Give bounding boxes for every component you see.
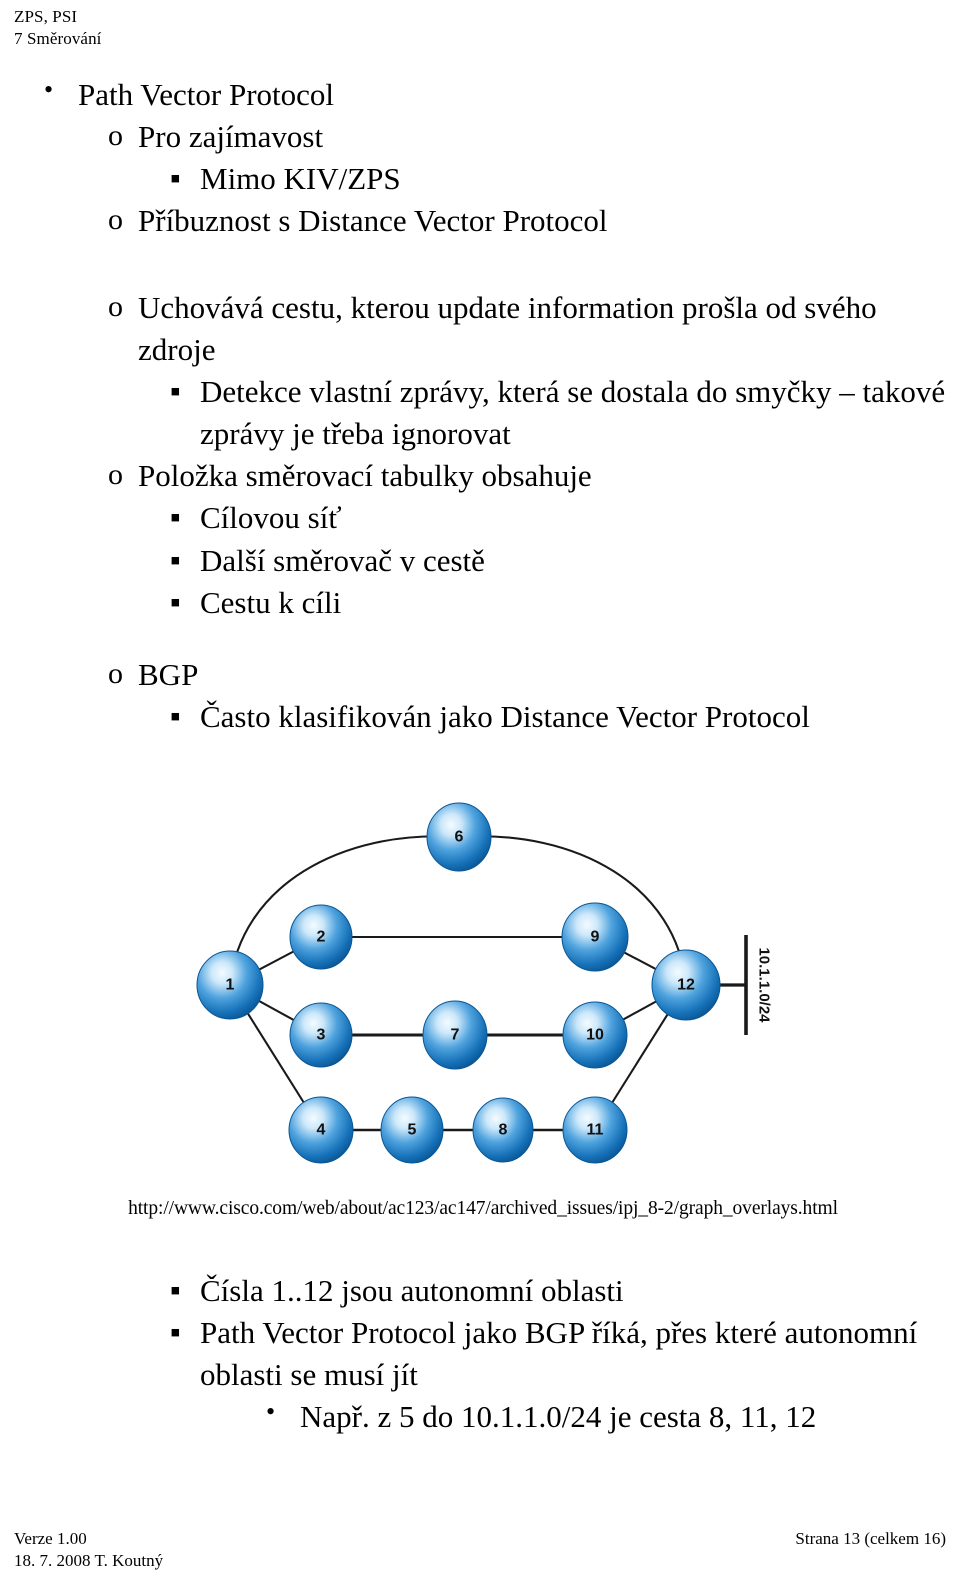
node-label: 1 bbox=[226, 977, 235, 994]
list-item-text: Mimo KIV/ZPS bbox=[200, 161, 401, 197]
edge-arc-1-6 bbox=[228, 835, 460, 986]
list-item-text: Často klasifikován jako Distance Vector … bbox=[200, 699, 810, 735]
running-head-line2: 7 Směrování bbox=[14, 28, 102, 48]
node-label: 11 bbox=[587, 1122, 604, 1139]
node-label: 2 bbox=[317, 929, 326, 946]
list-item: ▪ Cílovou síť bbox=[0, 497, 960, 539]
node-12: 12 bbox=[651, 949, 721, 1021]
node-6: 6 bbox=[426, 802, 492, 872]
bullet-circle-icon: o bbox=[108, 458, 123, 492]
list-item-text: Detekce vlastní zprávy, která se dostala… bbox=[200, 373, 953, 452]
node-4: 4 bbox=[288, 1096, 354, 1164]
list-item-text: Pro zajímavost bbox=[138, 119, 324, 155]
node-label: 5 bbox=[408, 1122, 417, 1139]
list-item: o Uchovává cestu, kterou update informati… bbox=[0, 287, 960, 371]
diagram-canvas: 1 2 3 4 5 6 7 8 9 10 11 12 10.1.1.0/24 bbox=[196, 802, 773, 1164]
list-item: • Např. z 5 do 10.1.1.0/24 je cesta 8, 11… bbox=[0, 1396, 960, 1438]
bullet-square-icon: ▪ bbox=[170, 374, 181, 408]
node-label: 7 bbox=[451, 1027, 460, 1044]
bullet-circle-icon: o bbox=[108, 289, 123, 323]
node-label: 4 bbox=[317, 1122, 326, 1139]
bullet-square-icon: ▪ bbox=[170, 585, 181, 619]
footer-page-number: Strana 13 (celkem 16) bbox=[795, 1529, 946, 1548]
network-topology-diagram: 1 2 3 4 5 6 7 8 9 10 11 12 10.1.1.0/24 bbox=[180, 795, 790, 1190]
node-1: 1 bbox=[196, 950, 264, 1020]
list-item-text: BGP bbox=[138, 656, 199, 692]
list-item: ▪ Mimo KIV/ZPS bbox=[0, 158, 960, 200]
bullet-circle-icon: o bbox=[108, 203, 123, 237]
list-item: ▪ Čísla 1..12 jsou autonomní oblasti bbox=[0, 1270, 960, 1312]
node-label: 9 bbox=[591, 929, 600, 946]
list-item: ▪ Detekce vlastní zprávy, která se dostal… bbox=[0, 371, 960, 455]
list-item-text: Čísla 1..12 jsou autonomní oblasti bbox=[200, 1273, 624, 1308]
node-label: 8 bbox=[499, 1122, 508, 1139]
list-item-text: Např. z 5 do 10.1.1.0/24 je cesta 8, 11,… bbox=[300, 1399, 817, 1435]
footer-version: Verze 1.00 bbox=[14, 1529, 87, 1548]
list-item: • Path Vector Protocol bbox=[0, 74, 960, 116]
node-11: 11 bbox=[562, 1096, 628, 1164]
source-url-caption: http://www.cisco.com/web/about/ac123/ac1… bbox=[128, 1198, 838, 1219]
list-item-text: Uchovává cestu, kterou update informatio… bbox=[138, 289, 885, 367]
bullet-disc-icon: • bbox=[44, 75, 54, 104]
bullet-circle-icon: o bbox=[108, 119, 123, 153]
running-head-line1: ZPS, PSI bbox=[14, 7, 78, 26]
node-8: 8 bbox=[472, 1097, 534, 1163]
bullet-square-icon: ▪ bbox=[170, 1316, 181, 1350]
list-item: o Příbuznost s Distance Vector Protocol bbox=[0, 200, 960, 242]
node-layer: 1 2 3 4 5 6 7 8 9 10 11 12 bbox=[196, 802, 721, 1164]
list-item: o Pro zajímavost bbox=[0, 116, 960, 158]
lan-network-label: 10.1.1.0/24 bbox=[756, 947, 773, 1023]
node-10: 10 bbox=[562, 1001, 628, 1069]
node-2: 2 bbox=[289, 904, 353, 970]
node-7: 7 bbox=[422, 1000, 488, 1070]
page-footer: Verze 1.00 18. 7. 2008 T. Koutný Strana … bbox=[14, 1528, 946, 1588]
outline-top: • Path Vector Protocol o Pro zajímavost ▪ M… bbox=[0, 74, 960, 738]
list-item-text: Cestu k cíli bbox=[200, 584, 342, 620]
bullet-circle-icon: o bbox=[108, 656, 123, 690]
list-item-text: Cílovou síť bbox=[200, 500, 342, 536]
node-label: 10 bbox=[586, 1027, 604, 1044]
list-item: ▪ Cestu k cíli bbox=[0, 582, 960, 624]
list-item: o BGP bbox=[0, 654, 960, 696]
bullet-square-icon: ▪ bbox=[170, 1274, 181, 1307]
node-3: 3 bbox=[289, 1002, 353, 1068]
list-item: ▪ Path Vector Protocol jako BGP říká, pře… bbox=[0, 1312, 960, 1396]
running-head: ZPS, PSI 7 Směrování bbox=[14, 6, 102, 50]
footer-left: Verze 1.00 18. 7. 2008 T. Koutný bbox=[14, 1528, 163, 1572]
list-item-text: Příbuznost s Distance Vector Protocol bbox=[138, 203, 608, 239]
node-5: 5 bbox=[380, 1096, 444, 1164]
bullet-disc-icon: • bbox=[266, 1397, 276, 1427]
list-item-text: Path Vector Protocol jako BGP říká, přes… bbox=[200, 1315, 925, 1393]
bullet-square-icon: ▪ bbox=[170, 501, 181, 535]
outline-bottom: ▪ Čísla 1..12 jsou autonomní oblasti ▪ Pat… bbox=[0, 1270, 960, 1439]
list-item-text: Path Vector Protocol bbox=[78, 77, 335, 112]
list-item: ▪ Často klasifikován jako Distance Vector… bbox=[0, 696, 960, 738]
node-label: 3 bbox=[317, 1027, 326, 1044]
bullet-square-icon: ▪ bbox=[170, 162, 181, 196]
node-label: 6 bbox=[455, 829, 464, 846]
list-item-text: Položka směrovací tabulky obsahuje bbox=[138, 458, 592, 494]
edge-arc-6-12 bbox=[458, 835, 688, 986]
document-page: ZPS, PSI 7 Směrování • Path Vector Protoc… bbox=[0, 0, 960, 1596]
bullet-square-icon: ▪ bbox=[170, 700, 181, 734]
bullet-square-icon: ▪ bbox=[170, 543, 181, 577]
node-9: 9 bbox=[561, 902, 629, 972]
footer-date-author: 18. 7. 2008 T. Koutný bbox=[14, 1551, 164, 1571]
list-item-text: Další směrovač v cestě bbox=[200, 542, 485, 578]
node-label: 12 bbox=[677, 977, 695, 994]
list-item: ▪ Další směrovač v cestě bbox=[0, 540, 960, 582]
list-item: o Položka směrovací tabulky obsahuje bbox=[0, 455, 960, 497]
